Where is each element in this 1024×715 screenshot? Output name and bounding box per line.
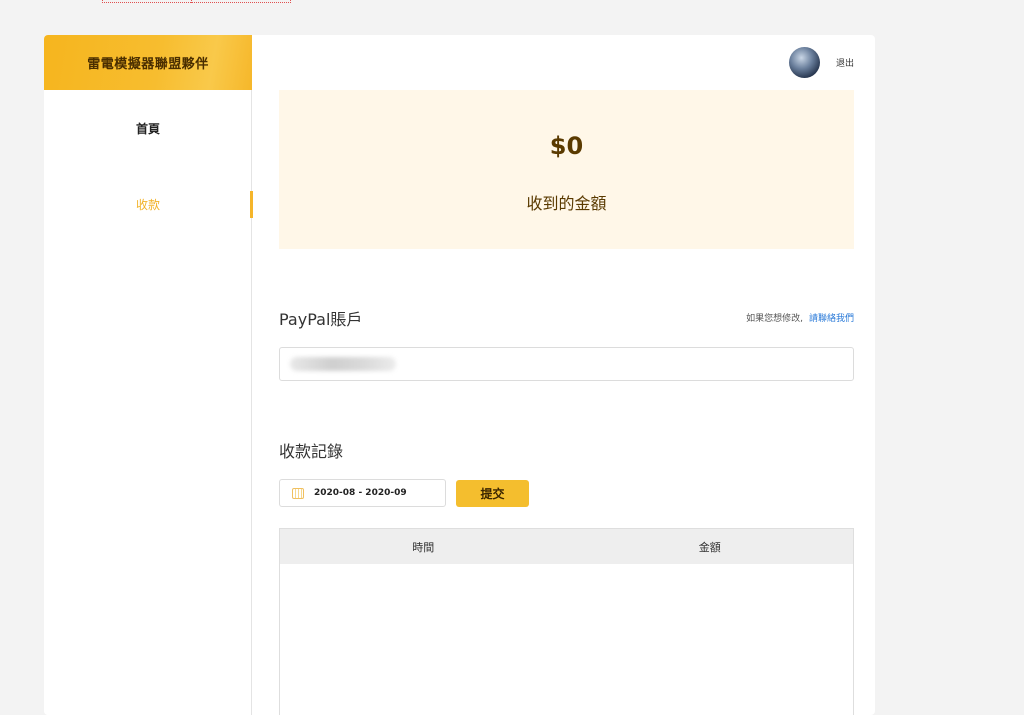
sidebar-item-home[interactable]: 首頁 — [44, 90, 252, 166]
sidebar-item-payments[interactable]: 收款 — [44, 166, 253, 242]
table-header: 時間 金額 — [280, 529, 853, 564]
sidebar: 雷電模擬器聯盟夥伴 首頁 收款 — [44, 35, 253, 715]
submit-button[interactable]: 提交 — [456, 480, 529, 507]
records-section-title: 收款記錄 — [279, 442, 344, 461]
balance-card: $0 收到的金額 — [279, 90, 854, 249]
paypal-account-field — [279, 347, 854, 381]
records-table: 時間 金額 — [279, 528, 854, 715]
contact-us-link[interactable]: 請聯絡我們 — [809, 314, 854, 324]
balance-label: 收到的金額 — [526, 194, 607, 213]
brand-banner: 雷電模擬器聯盟夥伴 — [44, 35, 252, 90]
paypal-section-title: PayPal賬戶 — [279, 310, 363, 329]
header: 退出 — [252, 35, 875, 90]
date-range-value: 2020-08 - 2020-09 — [314, 488, 407, 498]
column-amount: 金額 — [698, 540, 721, 554]
redacted-account — [290, 357, 396, 371]
calendar-icon — [292, 487, 304, 499]
edit-hint-text: 如果您想修改, — [746, 314, 803, 324]
avatar[interactable] — [788, 47, 820, 78]
date-range-picker[interactable]: 2020-08 - 2020-09 — [279, 479, 446, 507]
balance-amount: $0 — [549, 132, 584, 160]
main-content: 退出 $0 收到的金額 PayPal賬戶 如果您想修改, 請聯絡我們 收款記錄 2… — [252, 35, 875, 715]
column-time: 時間 — [412, 540, 435, 554]
top-decoration — [102, 0, 291, 3]
app-window: 雷電模擬器聯盟夥伴 首頁 收款 退出 $0 收到的金額 PayPal賬戶 如果您… — [44, 35, 875, 715]
edit-hint: 如果您想修改, 請聯絡我們 — [746, 311, 854, 324]
logout-link[interactable]: 退出 — [836, 56, 854, 69]
